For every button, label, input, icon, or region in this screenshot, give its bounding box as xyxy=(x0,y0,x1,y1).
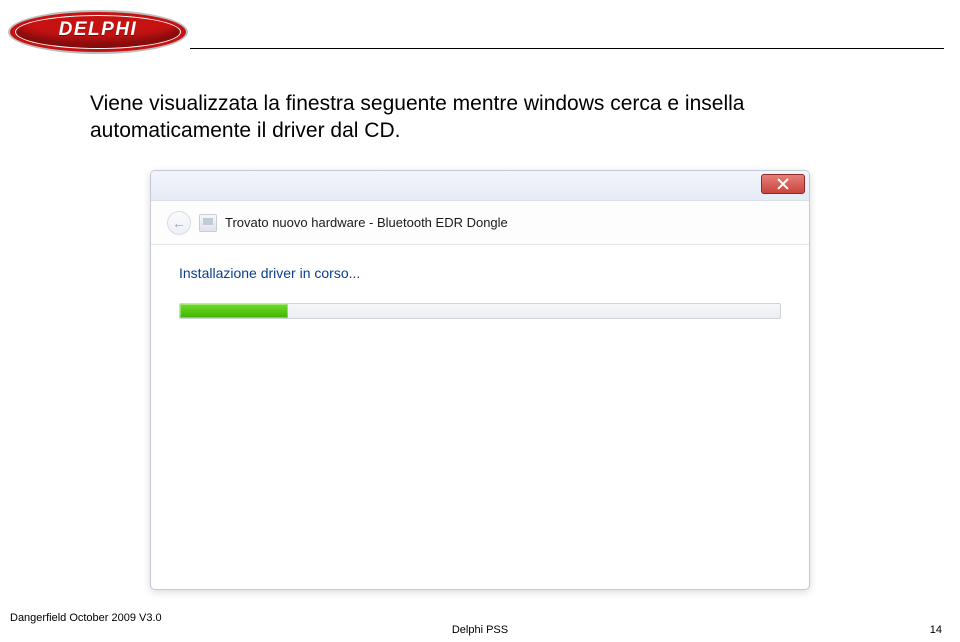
back-button[interactable]: ← xyxy=(167,211,191,235)
body-paragraph: Viene visualizzata la finestra seguente … xyxy=(90,90,870,145)
footer-left: Dangerfield October 2009 V3.0 xyxy=(10,612,162,624)
footer-center: Delphi PSS xyxy=(0,624,960,636)
device-icon xyxy=(199,214,217,232)
dialog-title: Trovato nuovo hardware - Bluetooth EDR D… xyxy=(225,215,508,230)
found-new-hardware-dialog: ← Trovato nuovo hardware - Bluetooth EDR… xyxy=(150,170,810,590)
dialog-body: Installazione driver in corso... xyxy=(151,245,809,339)
close-button[interactable] xyxy=(761,174,805,194)
page-number: 14 xyxy=(930,624,942,636)
back-arrow-icon: ← xyxy=(172,215,186,231)
install-status-label: Installazione driver in corso... xyxy=(179,265,781,281)
header-divider xyxy=(190,48,944,49)
close-icon xyxy=(777,178,789,190)
progress-fill xyxy=(180,304,288,318)
dialog-header: ← Trovato nuovo hardware - Bluetooth EDR… xyxy=(151,201,809,245)
delphi-logo: DELPHI xyxy=(8,10,188,54)
progress-bar xyxy=(179,303,781,319)
dialog-titlebar xyxy=(151,171,809,201)
logo-text: DELPHI xyxy=(8,19,188,41)
